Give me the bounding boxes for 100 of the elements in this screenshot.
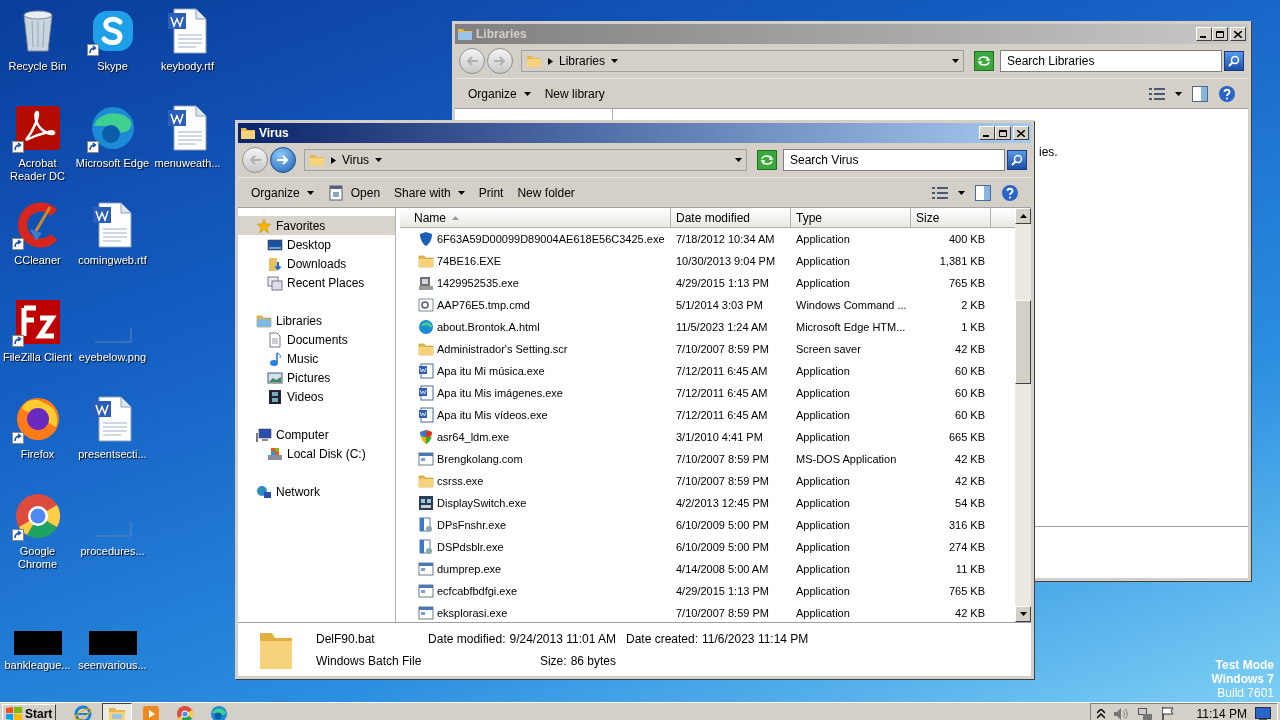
desktop-icon-label[interactable]: FileZilla Client — [0, 351, 75, 364]
nav-item[interactable]: Desktop — [238, 235, 395, 254]
desktop-icon-label[interactable]: Acrobat Reader DC — [0, 157, 75, 183]
nav-item[interactable]: Libraries — [238, 311, 395, 330]
recent-places-icon[interactable] — [267, 274, 283, 291]
nav-item[interactable]: Recent Places — [238, 273, 395, 292]
toolbar-button[interactable]: Open — [320, 180, 388, 205]
film-icon[interactable] — [267, 388, 283, 405]
desktop-icon-label[interactable]: presentsecti... — [75, 448, 150, 461]
file-name[interactable]: 74BE16.EXE — [437, 252, 502, 270]
view-options-icon[interactable] — [1149, 86, 1165, 101]
speaker-icon[interactable] — [1112, 706, 1129, 720]
desktop-icon[interactable] — [267, 236, 283, 253]
desktop-icon-label[interactable]: CCleaner — [0, 254, 75, 267]
column-header[interactable]: Date modified — [671, 208, 791, 227]
scroll-down-button[interactable] — [1015, 606, 1031, 622]
refresh-button[interactable] — [974, 51, 994, 71]
music-note-icon[interactable] — [267, 350, 283, 367]
toolbar-button[interactable]: New folder — [510, 180, 582, 205]
refresh-button[interactable] — [757, 150, 777, 170]
file-name[interactable]: AAP76E5.tmp.cmd — [437, 296, 530, 314]
desktop-icon-label[interactable]: procedures... — [75, 545, 150, 558]
nav-item[interactable]: Computer — [238, 425, 395, 444]
address-bar[interactable]: Virus — [304, 149, 747, 171]
help-icon[interactable] — [1218, 84, 1236, 103]
menu-button[interactable]: Organize — [461, 81, 538, 106]
search-field[interactable]: Search Libraries — [1000, 50, 1222, 72]
pdf-app-icon[interactable] — [13, 104, 62, 152]
file-name[interactable]: about.Brontok.A.html — [437, 318, 540, 336]
desktop-icon-label[interactable]: eyebelow.png — [75, 351, 150, 364]
download-folder-icon[interactable] — [267, 255, 283, 272]
column-header[interactable]: Size — [911, 208, 991, 227]
search-button[interactable] — [1224, 51, 1244, 71]
desktop-icon-label[interactable]: Firefox — [0, 448, 75, 461]
file-name[interactable]: DSPdsblr.exe — [437, 538, 504, 556]
file-name[interactable]: 1429952535.exe — [437, 274, 519, 292]
maximize-button[interactable] — [1212, 27, 1228, 41]
ftp-app-icon[interactable] — [13, 298, 62, 346]
nav-item[interactable]: Music — [238, 349, 395, 368]
start-button[interactable]: Start — [2, 704, 57, 720]
file-name[interactable]: dumprep.exe — [437, 560, 502, 578]
clock[interactable]: 11:14 PM — [1196, 705, 1247, 720]
star-icon[interactable] — [256, 217, 272, 234]
pictures-icon[interactable] — [267, 369, 283, 386]
minimize-button[interactable] — [1196, 27, 1212, 41]
file-name[interactable]: asr64_ldm.exe — [437, 428, 510, 446]
file-name[interactable]: csrss.exe — [437, 472, 484, 490]
file-name[interactable]: DPsFnshr.exe — [437, 516, 507, 534]
desktop-icon-label[interactable]: keybody.rtf — [150, 60, 225, 73]
minimize-button[interactable] — [979, 126, 995, 140]
maximize-button[interactable] — [995, 126, 1011, 140]
desktop-icon-label[interactable]: Google Chrome — [0, 545, 75, 571]
menu-button[interactable]: Share with — [387, 180, 472, 205]
file-name[interactable]: ecfcabfbdfgi.exe — [437, 582, 518, 600]
flag-icon[interactable] — [1160, 706, 1175, 720]
desktop-icon-label[interactable]: menuweath... — [150, 157, 225, 170]
file-name[interactable]: Administrador's Setting.scr — [437, 340, 568, 358]
hard-disk-icon[interactable] — [267, 445, 283, 462]
thumbnail-icon[interactable] — [88, 631, 137, 655]
desktop-icon-label[interactable]: Recycle Bin — [0, 60, 75, 73]
desktop-icon-label[interactable]: bankleague... — [0, 659, 75, 672]
scroll-thumb[interactable] — [1015, 300, 1031, 384]
nav-item[interactable]: Pictures — [238, 368, 395, 387]
nav-item[interactable]: Local Disk (C:) — [238, 444, 395, 463]
nav-item[interactable]: Documents — [238, 330, 395, 349]
file-name[interactable]: Apa itu Mi música.exe — [437, 362, 545, 380]
column-header[interactable]: Name — [400, 208, 671, 227]
network-icon[interactable] — [256, 483, 272, 500]
file-name[interactable]: 6F63A59D00099D89004AE618E56C3425.exe — [437, 230, 665, 248]
preview-pane-icon[interactable] — [975, 184, 991, 201]
preview-pane-icon[interactable] — [1192, 85, 1208, 102]
nav-item[interactable]: Favorites — [238, 216, 395, 235]
close-button[interactable] — [1013, 126, 1029, 140]
file-name[interactable]: eksplorasi.exe — [437, 604, 508, 622]
desktop-icon-label[interactable]: seenvarious... — [75, 659, 150, 672]
computer-icon[interactable] — [256, 426, 272, 443]
show-desktop-icon[interactable] — [1255, 707, 1271, 720]
search-button[interactable] — [1007, 150, 1027, 170]
help-icon[interactable] — [1001, 183, 1019, 202]
desktop-icon-label[interactable]: comingweb.rtf — [75, 254, 150, 267]
network-icon[interactable] — [1136, 706, 1153, 720]
search-field[interactable]: Search Virus — [783, 149, 1005, 171]
nav-item[interactable]: Videos — [238, 387, 395, 406]
breadcrumb-item[interactable]: Virus — [342, 151, 370, 169]
thumbnail-icon[interactable] — [13, 631, 62, 655]
desktop-icon-label[interactable]: Microsoft Edge — [75, 157, 150, 170]
forward-button[interactable] — [270, 147, 296, 173]
file-name[interactable]: DisplaySwitch.exe — [437, 494, 527, 512]
taskbar-app-button[interactable] — [102, 703, 133, 720]
toolbar-button[interactable]: Print — [471, 180, 511, 205]
file-name[interactable]: Brengkolang.com — [437, 450, 523, 468]
breadcrumb-item[interactable]: Libraries — [559, 52, 606, 70]
browser-icon[interactable] — [13, 492, 62, 540]
file-name[interactable]: Apa itu Mis vídeos.exe — [437, 406, 548, 424]
view-options-icon[interactable] — [932, 185, 948, 200]
scroll-up-button[interactable] — [1015, 208, 1031, 224]
menu-button[interactable]: Organize — [244, 180, 321, 205]
desktop-icon-label[interactable]: Skype — [75, 60, 150, 73]
file-name[interactable]: Apa itu Mis imágenes.exe — [437, 384, 563, 402]
chevron-up-icon[interactable] — [1096, 709, 1105, 719]
